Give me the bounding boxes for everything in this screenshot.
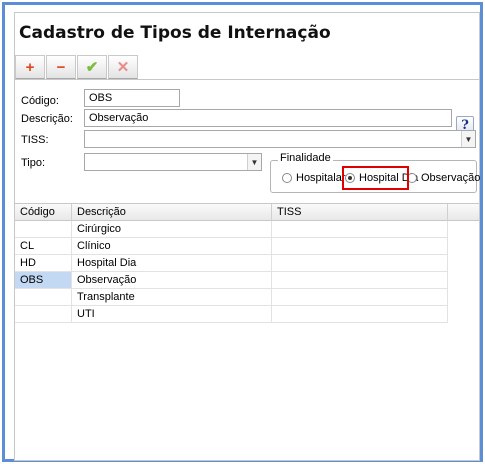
cell-tiss bbox=[272, 306, 448, 323]
cell-descricao: Hospital Dia bbox=[72, 255, 272, 272]
cell-descricao: Clínico bbox=[72, 238, 272, 255]
radio-icon[interactable] bbox=[282, 173, 292, 183]
toolbar: + − ✔ ✕ bbox=[15, 55, 145, 79]
add-button[interactable]: + bbox=[15, 55, 45, 79]
descricao-input[interactable]: Observação bbox=[84, 109, 452, 127]
chevron-down-icon[interactable]: ▼ bbox=[461, 131, 475, 147]
cell-descricao: UTI bbox=[72, 306, 272, 323]
tiss-label: TISS: bbox=[21, 134, 49, 146]
cell-descricao: Transplante bbox=[72, 289, 272, 306]
toolbar-divider bbox=[15, 79, 479, 80]
descricao-label: Descrição: bbox=[21, 113, 73, 125]
cell-codigo: OBS bbox=[15, 272, 72, 289]
window-frame: Cadastro de Tipos de Internação + − ✔ ✕ … bbox=[2, 2, 483, 462]
tiss-select[interactable]: ▼ bbox=[84, 130, 476, 148]
radio-observacao[interactable]: Observação bbox=[407, 172, 480, 184]
tipo-select[interactable]: ▼ bbox=[84, 153, 262, 171]
cell-tiss bbox=[272, 221, 448, 238]
table-row[interactable]: HD Hospital Dia bbox=[15, 255, 479, 272]
table-row[interactable]: Transplante bbox=[15, 289, 479, 306]
confirm-button[interactable]: ✔ bbox=[77, 55, 107, 79]
form-panel: Cadastro de Tipos de Internação + − ✔ ✕ … bbox=[14, 12, 480, 461]
codigo-label: Código: bbox=[21, 95, 59, 107]
table-row-selected[interactable]: OBS Observação bbox=[15, 272, 479, 289]
column-header-descricao[interactable]: Descrição bbox=[72, 204, 272, 221]
cell-tiss bbox=[272, 289, 448, 306]
cell-tiss bbox=[272, 238, 448, 255]
page-title: Cadastro de Tipos de Internação bbox=[19, 23, 331, 43]
cell-descricao: Cirúrgico bbox=[72, 221, 272, 238]
chevron-down-icon[interactable]: ▼ bbox=[247, 154, 261, 170]
data-grid: Código Descrição TISS Cirúrgico CL Clíni… bbox=[15, 203, 479, 324]
cell-codigo: HD bbox=[15, 255, 72, 272]
remove-button[interactable]: − bbox=[46, 55, 76, 79]
cancel-button[interactable]: ✕ bbox=[108, 55, 138, 79]
highlight-box bbox=[342, 166, 409, 190]
cell-tiss bbox=[272, 272, 448, 289]
grid-header: Código Descrição TISS bbox=[15, 203, 479, 221]
cell-descricao: Observação bbox=[72, 272, 272, 289]
cell-codigo: CL bbox=[15, 238, 72, 255]
table-row[interactable]: CL Clínico bbox=[15, 238, 479, 255]
finalidade-legend: Finalidade bbox=[278, 152, 333, 164]
tipo-label: Tipo: bbox=[21, 157, 46, 169]
table-row[interactable]: Cirúrgico bbox=[15, 221, 479, 238]
radio-hospitalar[interactable]: Hospitalar bbox=[282, 172, 346, 184]
radio-observacao-label: Observação bbox=[421, 172, 481, 184]
radio-hospitalar-label: Hospitalar bbox=[296, 172, 346, 184]
cell-codigo bbox=[15, 221, 72, 238]
codigo-input[interactable]: OBS bbox=[84, 89, 180, 107]
cell-tiss bbox=[272, 255, 448, 272]
cell-codigo bbox=[15, 306, 72, 323]
column-header-tiss[interactable]: TISS bbox=[272, 204, 448, 221]
cell-codigo bbox=[15, 289, 72, 306]
column-header-codigo[interactable]: Código bbox=[15, 204, 72, 221]
table-row[interactable]: UTI bbox=[15, 306, 479, 323]
